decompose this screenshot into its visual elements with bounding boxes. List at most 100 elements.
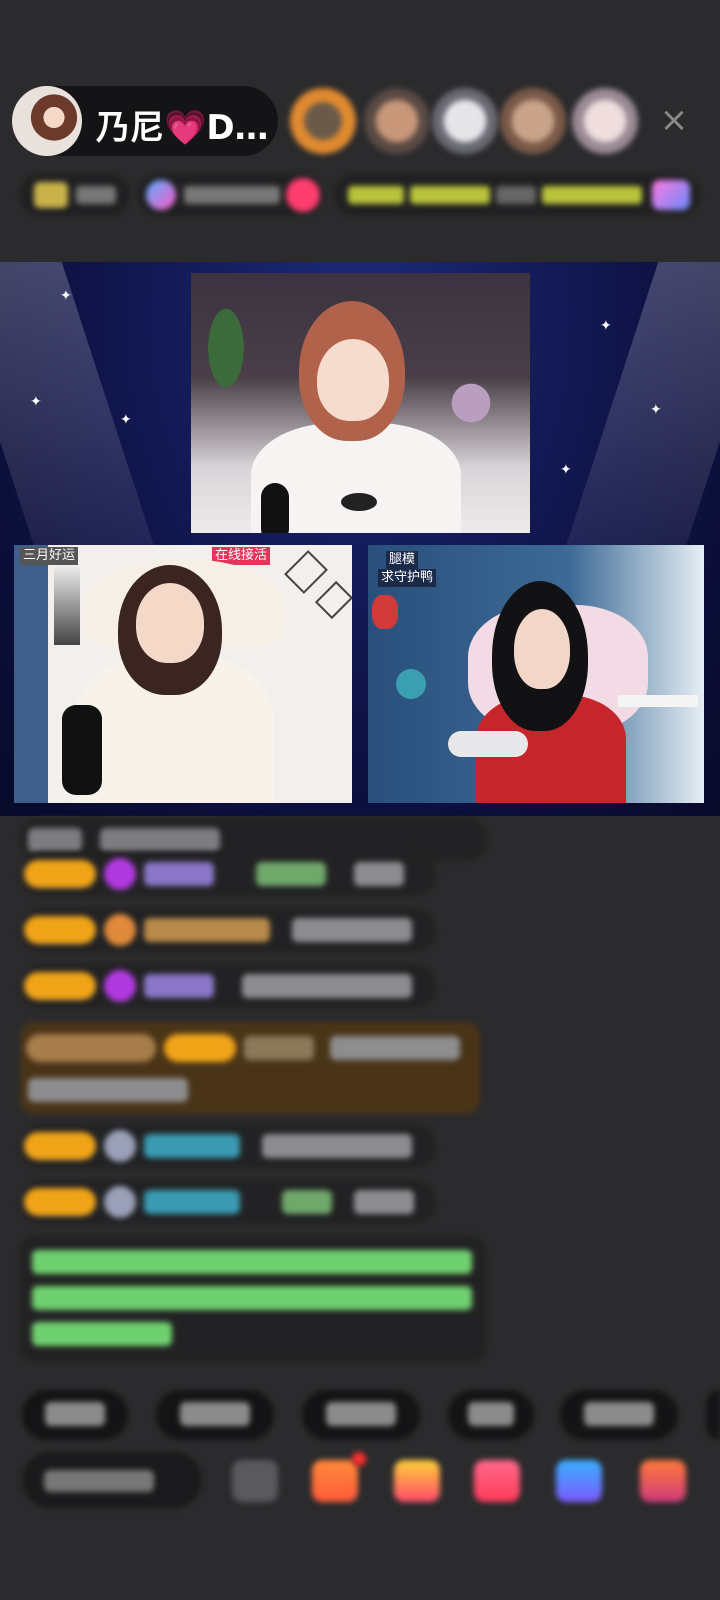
lamp-decoration [441,373,501,433]
guest-video-right[interactable]: 腿模 求守护鸭 [368,545,704,803]
guest-right-tag-2: 求守护鸭 [378,569,437,587]
level-badge [24,1132,96,1160]
star-icon: ✦ [120,412,132,428]
level-badge [24,972,96,1000]
chat-message[interactable] [20,1180,436,1224]
star-icon: ✦ [600,318,612,334]
user-name[interactable] [256,862,326,886]
system-notice [20,1236,486,1362]
viewer-avatar-1[interactable] [290,88,356,154]
guest-left-microphone [62,705,102,795]
chat-text [354,1190,414,1214]
close-icon[interactable]: × [654,100,694,140]
chat-text [242,974,412,998]
chat-text [100,828,220,852]
comment-input[interactable] [22,1452,202,1508]
chat-text [330,1036,460,1060]
user-name[interactable] [144,918,270,942]
quick-reply-button[interactable] [22,1390,128,1440]
system-text [32,1322,172,1346]
quick-reply-button[interactable] [302,1390,420,1440]
fans-heart-icon [286,178,320,212]
heart-gift-icon[interactable] [474,1460,520,1502]
vip-badge [26,1034,156,1062]
chat-message[interactable] [20,852,436,896]
host-face [317,339,389,421]
guest-right-tag-1: 腿模 [386,551,419,569]
quick-reply-label [326,1402,396,1426]
host-name[interactable]: 乃尼💗D… [96,100,269,149]
viewer-avatar-5[interactable] [572,88,638,154]
chat-message[interactable] [20,964,436,1008]
chat-message[interactable] [20,1124,436,1168]
level-badge [24,860,96,888]
treasure-icon[interactable] [394,1460,440,1502]
level-badge [164,1034,236,1062]
system-text [32,1286,472,1310]
system-text [32,1250,472,1274]
pendant-lamp [314,580,352,620]
user-name[interactable] [144,974,214,998]
viewer-avatar-4[interactable] [500,88,566,154]
promo-text-3 [496,186,536,204]
level-badge [24,916,96,944]
quick-reply-label [45,1402,105,1426]
quick-reply-label [468,1402,514,1426]
quick-reply-button[interactable] [448,1390,534,1440]
highlight-message[interactable] [20,1022,480,1114]
host-video[interactable] [191,273,530,533]
notification-dot [352,1452,366,1466]
quick-reply-label [584,1402,654,1426]
chat-text [28,828,82,852]
info-bar[interactable] [20,174,700,216]
viewer-avatar-3[interactable] [432,88,498,154]
more-games-icon[interactable] [640,1460,686,1502]
user-name[interactable] [244,1036,314,1060]
rank-chip[interactable] [20,174,130,216]
chat-text [292,918,412,942]
promo-text-4 [542,186,642,204]
plant-decoration [201,293,251,403]
user-name[interactable] [144,1190,240,1214]
gift-box-icon[interactable] [312,1460,358,1502]
chat-text [262,1134,412,1158]
star-icon: ✦ [30,394,42,410]
viewer-avatar-2[interactable] [364,88,430,154]
promo-icon [652,180,690,210]
diamond-icon [104,858,136,890]
fan-badge-icon [104,914,136,946]
guest-right-microphone [448,731,528,757]
guest-right-face [514,609,570,689]
guest-left-face [136,583,204,663]
fans-chip[interactable] [138,174,324,216]
fans-icon [146,180,176,210]
host-bow [341,493,377,511]
quick-reply-button[interactable] [560,1390,678,1440]
guest-video-left[interactable]: 三月好运 在线接活 [14,545,352,803]
emoji-icon[interactable] [232,1460,278,1502]
host-avatar[interactable] [12,86,82,156]
promo-chip[interactable] [334,174,700,216]
fans-text [184,186,280,204]
santa-decoration [372,595,398,629]
figurine-decoration [54,565,80,645]
user-name[interactable] [144,1134,240,1158]
user-name[interactable] [144,862,214,886]
quick-reply-button[interactable] [706,1390,720,1440]
robot-toy [396,669,426,699]
chat-text [354,862,404,886]
share-icon[interactable] [556,1460,602,1502]
pendant-lamp [284,550,328,594]
user-avatar-icon [104,1130,136,1162]
side-table [618,695,698,707]
promo-text-2 [410,186,490,204]
comment-placeholder [44,1470,154,1492]
user-name[interactable] [282,1190,332,1214]
rank-icon [34,182,68,208]
promo-text-1 [348,186,404,204]
chat-message[interactable] [20,908,436,952]
quick-reply-button[interactable] [156,1390,274,1440]
guest-left-tag-1: 三月好运 [20,547,79,565]
level-badge [24,1188,96,1216]
star-icon: ✦ [60,288,72,304]
